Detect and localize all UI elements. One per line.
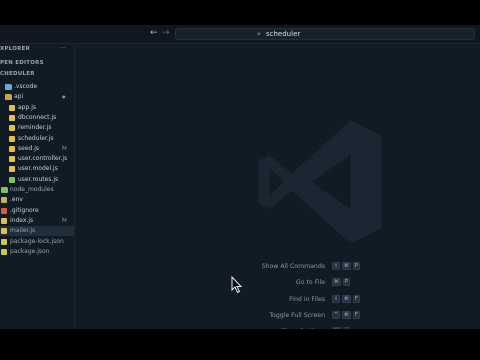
js-file-icon [9, 125, 15, 132]
js-file-icon [9, 104, 15, 111]
key-cap: ^ [332, 310, 341, 319]
tree-item-label: mailer.js [10, 227, 36, 235]
keybinding: ⌘, [332, 327, 352, 329]
keybinding: ⇧ ⌘ F [332, 294, 362, 304]
open-editors-section[interactable]: PEN EDITORS [0, 60, 44, 66]
key-cap: F [352, 294, 360, 303]
tree-item-label: dbconnect.js [18, 113, 57, 121]
tree-item-label: user.controller.js [18, 155, 68, 163]
command-center[interactable]: ⌕ scheduler [175, 28, 475, 40]
git-status-badge: M [62, 217, 67, 224]
js-file-icon [9, 114, 15, 121]
key-cap: , [342, 327, 350, 329]
tree-item[interactable]: app.js [0, 103, 74, 113]
keybinding: ^ ⌘ F [332, 310, 362, 320]
tree-item-label: package-lock.json [10, 237, 64, 245]
js-file-icon [9, 166, 15, 173]
shortcut-row[interactable]: Toggle Full Screen ^ ⌘ F [75, 310, 480, 321]
tree-item-label: index.js [10, 216, 34, 224]
tree-item[interactable]: package-lock.json [0, 237, 74, 247]
tree-item[interactable]: index.js M [0, 216, 74, 226]
tree-item-label: app.js [18, 103, 36, 111]
keybinding: ⌘ P [332, 278, 352, 287]
search-icon: ⌕ [257, 30, 261, 38]
more-actions-icon[interactable]: ··· [60, 45, 66, 52]
tree-item-label: api [14, 93, 24, 101]
shortcut-label: Show All Commands [261, 263, 325, 270]
shortcut-label: Show Settings [281, 327, 325, 329]
tree-item[interactable]: user.routes.js [0, 175, 74, 185]
js-file-icon [9, 156, 15, 163]
tree-item-label: .vscode [14, 83, 38, 90]
key-cap: P [352, 262, 360, 270]
mouse-cursor-icon [231, 276, 243, 294]
editor-empty-area[interactable]: Show All Commands ⇧ ⌘ P Go to File ⌘ P Find in … [75, 44, 480, 329]
key-cap: ⇧ [332, 262, 341, 270]
shortcut-label: Toggle Full Screen [269, 311, 325, 319]
key-cap: ⇧ [332, 294, 341, 303]
tree-item[interactable]: node_modules [0, 185, 74, 195]
tree-item-label: user.routes.js [18, 175, 59, 183]
js-file-icon [9, 135, 15, 142]
env-file-icon [1, 197, 7, 204]
tree-item[interactable]: .env [0, 195, 74, 205]
tree-item-label: node_modules [10, 186, 54, 193]
shortcut-label: Go to File [295, 279, 325, 287]
tree-item-label: .env [10, 196, 23, 204]
routes-file-icon [9, 176, 15, 183]
folder-icon [1, 187, 8, 193]
git-file-icon [1, 207, 7, 214]
key-cap: ⌘ [342, 294, 351, 303]
tree-item[interactable]: .gitignore [0, 206, 74, 216]
keybinding: ⇧ ⌘ P [332, 262, 362, 271]
explorer-sidebar: XPLORER ··· PEN EDITORS CHEDULER .vscode… [0, 44, 75, 329]
key-cap: ⌘ [332, 327, 341, 329]
folder-icon [5, 94, 12, 101]
key-cap: F [352, 310, 360, 319]
js-file-icon [1, 217, 7, 224]
git-status-badge: ● [62, 94, 66, 100]
tree-item[interactable]: user.model.js [0, 164, 74, 174]
tree-item-label: seed.js [18, 144, 40, 152]
shortcut-row[interactable]: Find in Files ⇧ ⌘ F [75, 294, 480, 305]
explorer-title: XPLORER [0, 46, 31, 52]
json-file-icon [1, 238, 7, 245]
forward-arrow-icon[interactable]: → [162, 28, 170, 39]
tree-item[interactable]: scheduler.js [0, 134, 74, 144]
tree-item[interactable]: seed.js M [0, 144, 74, 154]
tree-item[interactable]: mailer.js [0, 226, 74, 237]
json-file-icon [1, 248, 7, 255]
key-cap: ⌘ [332, 278, 341, 287]
tree-item-label: scheduler.js [18, 134, 54, 142]
key-cap: P [342, 278, 350, 287]
tree-item-label: user.model.js [18, 165, 58, 173]
title-bar: ← → ⌕ scheduler [0, 25, 480, 44]
shortcut-row[interactable]: Show Settings ⌘, [75, 327, 480, 329]
tree-item-label: package.json [10, 247, 50, 255]
shortcut-row[interactable]: Go to File ⌘ P [75, 278, 480, 288]
tree-item-label: .gitignore [10, 206, 39, 214]
tree-item[interactable]: api ● [0, 92, 74, 102]
tree-item[interactable]: reminder.js [0, 123, 74, 133]
key-cap: ⌘ [342, 262, 351, 270]
shortcut-row[interactable]: Show All Commands ⇧ ⌘ P [75, 262, 480, 272]
key-cap: ⌘ [342, 310, 351, 319]
git-status-badge: M [62, 145, 67, 152]
shortcut-label: Find in Files [289, 295, 325, 303]
js-file-icon [1, 228, 7, 235]
tree-item[interactable]: user.controller.js [0, 154, 74, 164]
project-section[interactable]: CHEDULER [0, 71, 35, 77]
tree-item[interactable]: .vscode [0, 82, 74, 92]
back-arrow-icon[interactable]: ← [150, 28, 158, 39]
project-name: scheduler [266, 30, 301, 38]
vscode-logo-watermark [258, 120, 382, 244]
js-file-icon [9, 145, 15, 152]
tree-item[interactable]: package.json [0, 247, 74, 257]
tree-item-label: reminder.js [18, 124, 52, 132]
tree-item[interactable]: dbconnect.js [0, 113, 74, 123]
folder-icon [5, 84, 12, 90]
